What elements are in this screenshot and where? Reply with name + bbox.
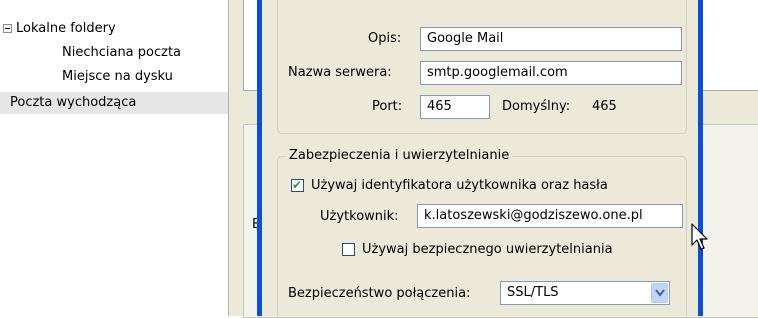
tree-item-junk[interactable]: Niechciana poczta [62, 42, 181, 64]
tree-item-label: Miejsce na dysku [62, 69, 173, 84]
port-label: Port: [372, 99, 403, 114]
port-input[interactable]: 465 [420, 95, 490, 119]
default-port-value: 465 [592, 99, 617, 114]
username-label: Użytkownik: [320, 209, 399, 224]
tree-item-label: Lokalne foldery [16, 21, 116, 36]
server-name-label: Nazwa serwera: [288, 65, 392, 80]
security-group-title: Zabezpieczenia i uwierzytelnianie [286, 148, 513, 164]
tree-item-local-folders[interactable]: Lokalne foldery [0, 18, 228, 40]
use-credentials-checkbox[interactable]: ✔ [291, 179, 304, 192]
tree-item-disk-space[interactable]: Miejsce na dysku [62, 66, 173, 88]
tree-item-label: Niechciana poczta [62, 45, 182, 60]
username-input[interactable]: k.latoszewski@godziszewo.one.pl [417, 204, 683, 228]
tree-item-label: Poczta wychodząca [10, 95, 137, 110]
default-port-label: Domyślny: [502, 99, 571, 114]
dialog-client-area: Opis: Google Mail Nazwa serwera: smtp.go… [262, 0, 698, 316]
mouse-cursor-icon [691, 223, 708, 250]
description-label: Opis: [368, 31, 402, 46]
collapse-icon[interactable] [3, 24, 12, 33]
connection-security-value: SSL/TLS [507, 285, 559, 300]
folder-tree: Lokalne foldery Niechciana poczta Miejsc… [0, 0, 228, 316]
smtp-server-dialog: Opis: Google Mail Nazwa serwera: smtp.go… [257, 0, 703, 316]
tree-item-outgoing-mail[interactable]: Poczta wychodząca [0, 92, 228, 114]
secure-auth-label[interactable]: Używaj bezpiecznego uwierzytelniania [362, 241, 613, 259]
connection-security-label: Bezpieczeństwo połączenia: [288, 286, 471, 301]
checkmark-icon: ✔ [292, 178, 303, 192]
use-credentials-label[interactable]: Używaj identyfikatora użytkownika oraz h… [311, 177, 608, 195]
description-input[interactable]: Google Mail [420, 27, 682, 51]
connection-security-select[interactable]: SSL/TLS [500, 281, 670, 305]
chevron-down-icon[interactable] [651, 283, 668, 303]
secure-auth-checkbox[interactable] [342, 243, 355, 256]
server-name-input[interactable]: smtp.googlemail.com [420, 61, 682, 85]
